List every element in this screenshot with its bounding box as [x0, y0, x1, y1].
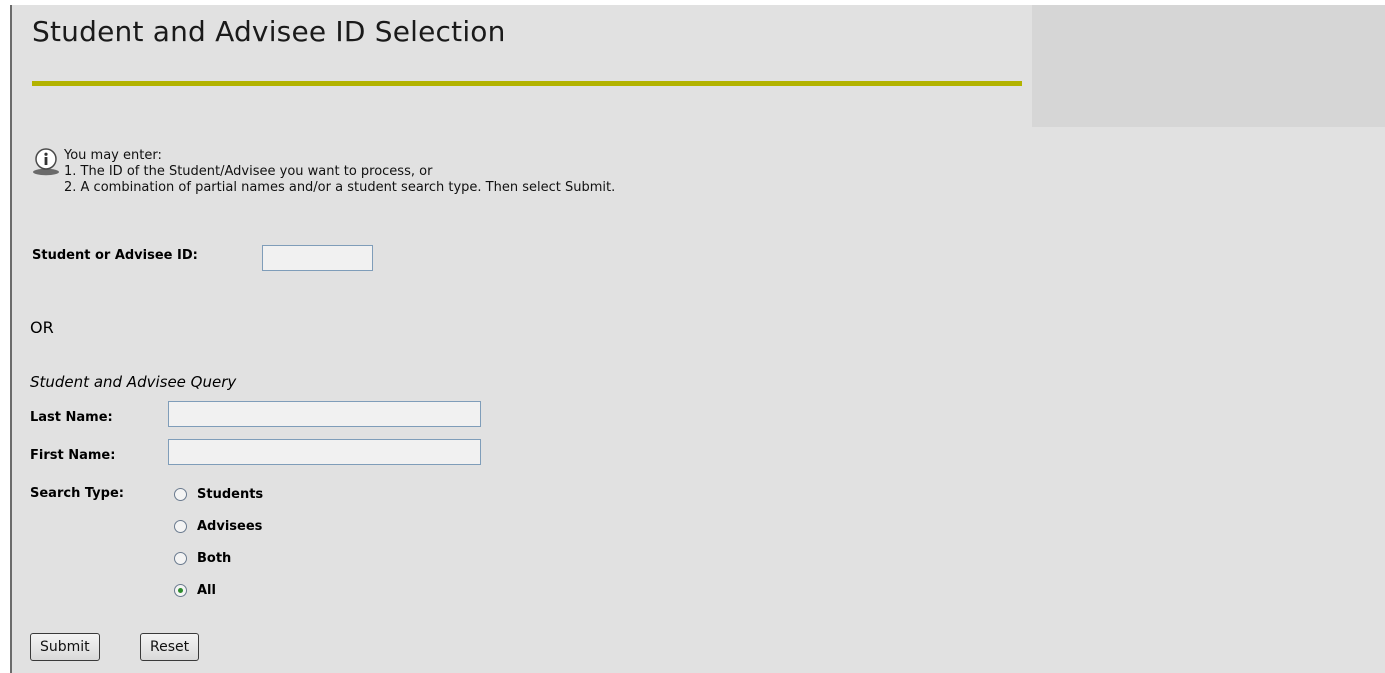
- page-title: Student and Advisee ID Selection: [32, 15, 506, 48]
- radio-option-advisees[interactable]: Advisees: [174, 516, 262, 536]
- instruction-line: 1. The ID of the Student/Advisee you wan…: [64, 164, 433, 179]
- radio-all[interactable]: [174, 583, 187, 597]
- info-icon: [33, 148, 59, 176]
- instruction-line: You may enter:: [64, 148, 162, 163]
- radio-students[interactable]: [174, 487, 187, 501]
- search-type-label: Search Type:: [30, 486, 124, 501]
- radio-label-all[interactable]: All: [197, 583, 216, 598]
- radio-label-both[interactable]: Both: [197, 551, 231, 566]
- or-separator: OR: [30, 318, 54, 337]
- last-name-input[interactable]: [168, 401, 481, 427]
- first-name-input[interactable]: [168, 439, 481, 465]
- instruction-line: 2. A combination of partial names and/or…: [64, 180, 616, 195]
- radio-option-students[interactable]: Students: [174, 484, 263, 504]
- radio-label-advisees[interactable]: Advisees: [197, 519, 262, 534]
- submit-button[interactable]: Submit: [30, 633, 100, 661]
- reset-button[interactable]: Reset: [140, 633, 200, 661]
- query-section-title: Student and Advisee Query: [30, 373, 237, 391]
- first-name-label: First Name:: [30, 448, 116, 463]
- radio-label-students[interactable]: Students: [197, 487, 263, 502]
- radio-option-both[interactable]: Both: [174, 548, 231, 568]
- page-body: Student and Advisee ID Selection You may…: [10, 5, 1385, 673]
- radio-both[interactable]: [174, 551, 187, 565]
- radio-option-all[interactable]: All: [174, 580, 216, 600]
- title-divider: [32, 81, 1022, 86]
- radio-advisees[interactable]: [174, 519, 187, 533]
- student-id-input[interactable]: [262, 245, 373, 271]
- header-right-panel: [1032, 5, 1385, 127]
- student-id-label: Student or Advisee ID:: [32, 248, 198, 263]
- last-name-label: Last Name:: [30, 410, 113, 425]
- instructions: You may enter: 1. The ID of the Student/…: [64, 148, 615, 196]
